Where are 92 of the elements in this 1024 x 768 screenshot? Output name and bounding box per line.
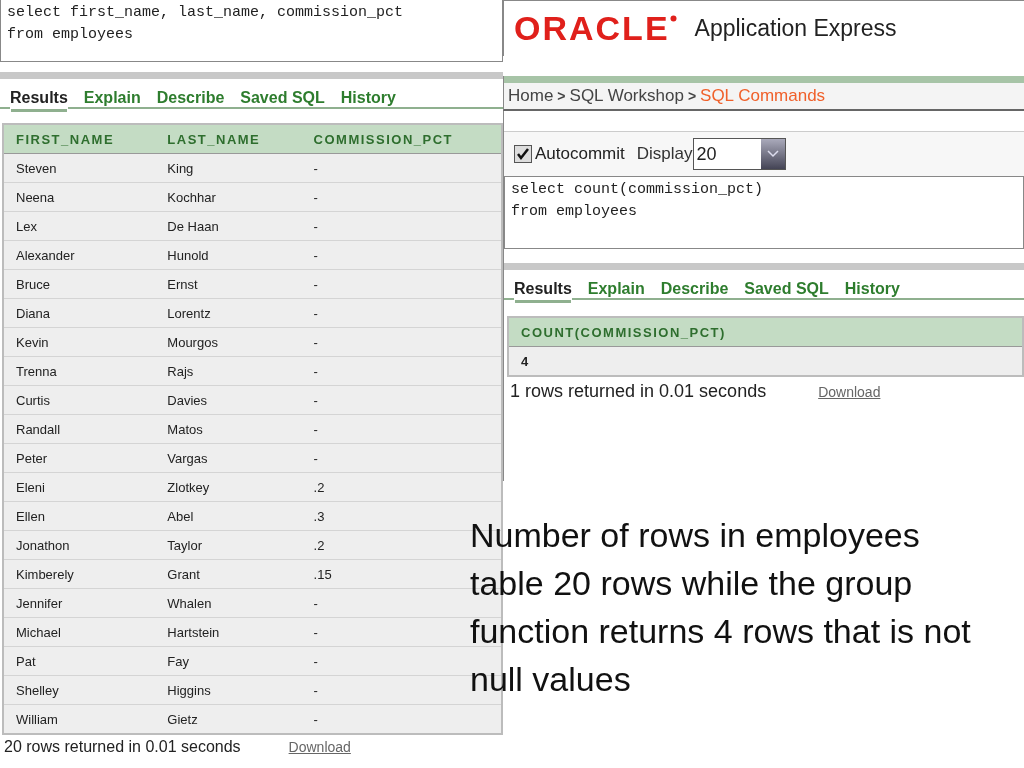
rows-returned-text: 1 rows returned in 0.01 seconds (510, 381, 767, 402)
table-cell: Davies (155, 385, 302, 415)
table-cell: Mourgos (155, 327, 302, 357)
table-cell: Alexander (3, 240, 156, 270)
table-cell: Curtis (3, 385, 156, 415)
table-cell: Gietz (155, 704, 302, 734)
table-cell: - (301, 704, 502, 734)
tab[interactable]: Describe (660, 278, 729, 300)
table-cell: Vargas (155, 443, 302, 473)
table-cell: Peter (3, 443, 156, 473)
table-cell: Zlotkey (155, 472, 302, 502)
tab[interactable]: Explain (83, 87, 141, 109)
table-cell: Pat (3, 646, 156, 676)
tab[interactable]: Describe (156, 87, 225, 109)
table-cell: Fay (155, 646, 302, 676)
table-cell: Rajs (155, 356, 302, 386)
breadcrumb-separator: > (687, 88, 697, 104)
table-cell: - (301, 211, 502, 241)
table-cell: - (301, 182, 502, 212)
table-cell: Kimberely (3, 559, 156, 589)
table-cell: King (155, 153, 302, 183)
code-line: select count(commission_pct) (511, 180, 765, 200)
table-cell: 4 (508, 346, 1023, 376)
table-cell: Steven (3, 153, 156, 183)
table-cell: Neena (3, 182, 156, 212)
table-cell: Abel (155, 501, 302, 531)
table-cell: Ernst (155, 269, 302, 299)
column-header: COUNT(COMMISSION_PCT) (508, 317, 1023, 347)
download-link[interactable]: Download (818, 383, 881, 400)
table-cell: Matos (155, 414, 302, 444)
autocommit-checkbox[interactable] (514, 145, 532, 163)
download-link[interactable]: Download (288, 739, 351, 755)
table-cell: - (301, 356, 502, 386)
table-cell: Diana (3, 298, 156, 328)
table-cell: Jennifer (3, 588, 156, 618)
table-cell: De Haan (155, 211, 302, 241)
tab[interactable]: History (340, 87, 396, 109)
table-cell: Lorentz (155, 298, 302, 328)
column-header: COMMISSION_PCT (301, 124, 502, 154)
tab[interactable]: Results (514, 278, 572, 300)
table-cell: - (301, 240, 502, 270)
breadcrumb-link[interactable]: SQL Workshop (569, 86, 684, 106)
display-label: Display (636, 144, 693, 164)
breadcrumb-link[interactable]: SQL Commands (700, 86, 826, 106)
tab[interactable]: Saved SQL (744, 278, 829, 300)
table-cell: - (301, 385, 502, 415)
table-cell: Kochhar (155, 182, 302, 212)
table-cell: Whalen (155, 588, 302, 618)
table-cell: William (3, 704, 156, 734)
tab[interactable]: History (844, 278, 900, 300)
table-cell: Kevin (3, 327, 156, 357)
table-cell: Eleni (3, 472, 156, 502)
table-cell: Hunold (155, 240, 302, 270)
sql-editor[interactable]: select count(commission_pct) from employees (504, 176, 1024, 249)
table-cell: Hartstein (155, 617, 302, 647)
table-cell: - (301, 269, 502, 299)
tab[interactable]: Saved SQL (240, 87, 325, 109)
table-cell: Randall (3, 414, 156, 444)
tab[interactable]: Explain (587, 278, 645, 300)
autocommit-label: Autocommit (535, 144, 625, 164)
product-name: Application Express (694, 15, 897, 42)
tab[interactable]: Results (10, 87, 68, 109)
table-cell: Lex (3, 211, 156, 241)
table-cell: Taylor (155, 530, 302, 560)
table-cell: Grant (155, 559, 302, 589)
table-cell: - (301, 153, 502, 183)
sql-editor[interactable]: select first_name, last_name, commission_pct from employees (0, 0, 503, 62)
display-select[interactable]: 20 (692, 138, 786, 170)
table-cell: .2 (301, 472, 502, 502)
table-cell: - (301, 298, 502, 328)
rows-returned-text: 20 rows returned in 0.01 seconds (4, 738, 241, 756)
table-cell: Shelley (3, 675, 156, 705)
code-line: select first_name, last_name, commission_pct (7, 3, 405, 23)
breadcrumb-separator: > (557, 88, 566, 104)
oracle-logo: ORACLE (514, 9, 677, 48)
chevron-down-icon (766, 150, 779, 158)
table-cell: - (301, 327, 502, 357)
code-line: from employees (7, 25, 135, 45)
table-cell: Trenna (3, 356, 156, 386)
column-header: LAST_NAME (155, 124, 302, 154)
breadcrumb-link[interactable]: Home (508, 86, 554, 106)
column-header: FIRST_NAME (3, 124, 156, 154)
checkmark-icon (516, 147, 530, 161)
table-cell: Ellen (3, 501, 156, 531)
code-line: from employees (511, 202, 639, 222)
table-cell: Higgins (155, 675, 302, 705)
registered-mark-icon (669, 15, 677, 22)
table-cell: Michael (3, 617, 156, 647)
table-cell: Jonathon (3, 530, 156, 560)
table-cell: Bruce (3, 269, 156, 299)
table-cell: - (301, 443, 502, 473)
table-cell: - (301, 414, 502, 444)
